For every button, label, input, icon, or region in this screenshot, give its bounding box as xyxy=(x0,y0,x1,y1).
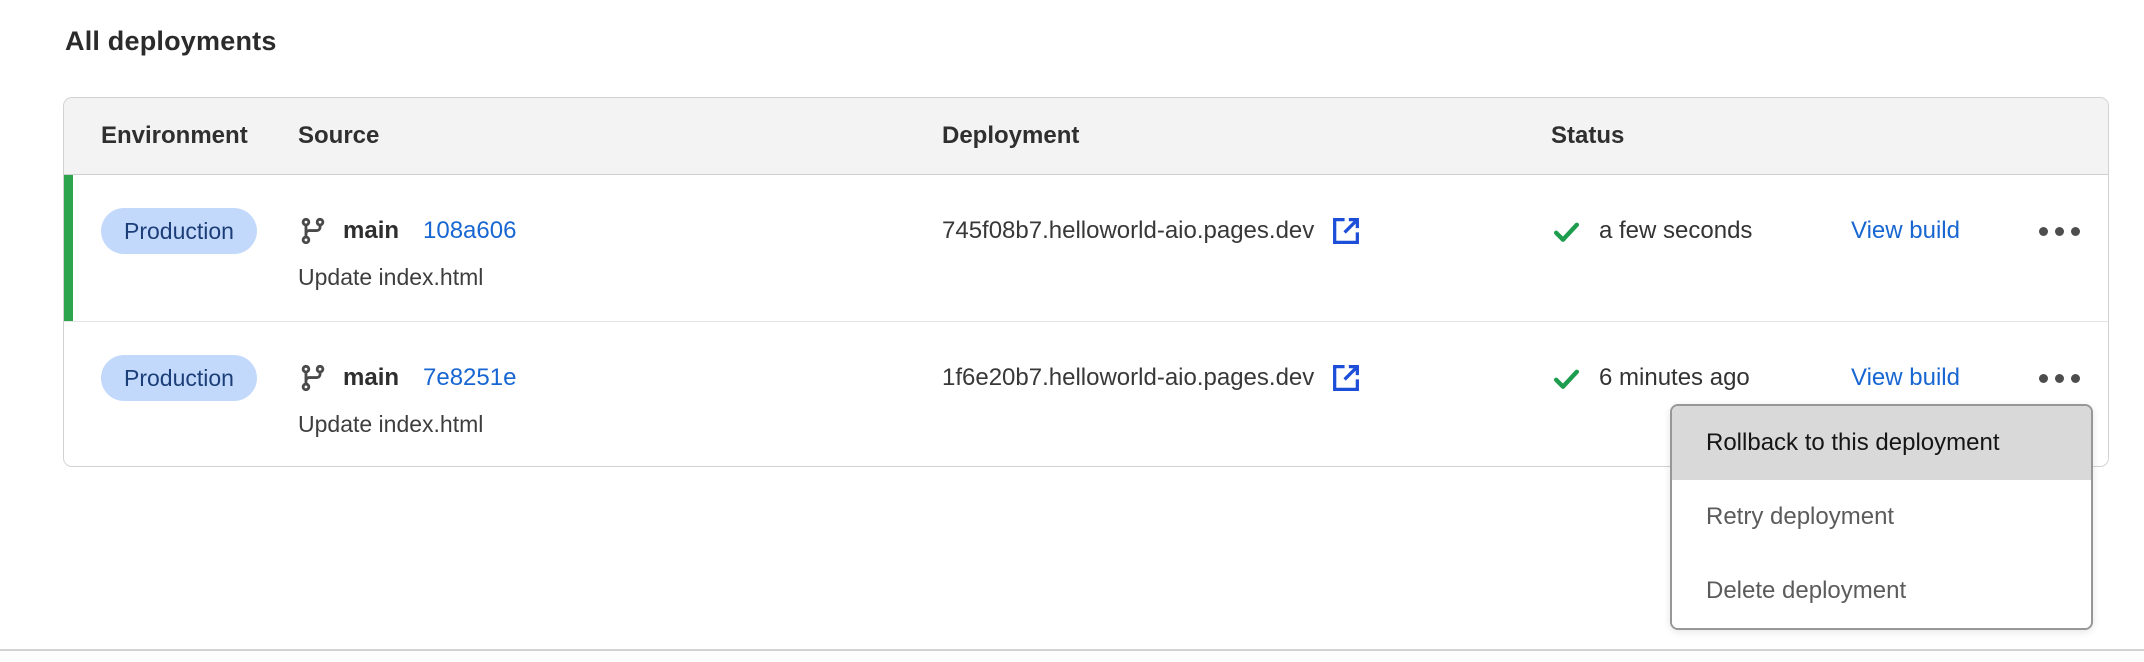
source-cell: main 7e8251e Update index.html xyxy=(298,322,942,467)
ellipsis-icon[interactable] xyxy=(2039,355,2080,401)
environment-cell: Production xyxy=(64,175,298,321)
check-icon xyxy=(1551,216,1582,247)
check-icon xyxy=(1551,363,1582,394)
commit-link[interactable]: 108a606 xyxy=(423,217,516,245)
page-title: All deployments xyxy=(65,26,277,57)
git-branch-icon xyxy=(298,363,328,393)
view-build-cell: View build xyxy=(1841,175,2001,321)
deployment-url[interactable]: 745f08b7.helloworld-aio.pages.dev xyxy=(942,217,1314,245)
environment-cell: Production xyxy=(64,322,298,467)
commit-message: Update index.html xyxy=(298,263,942,291)
deployment-cell: 745f08b7.helloworld-aio.pages.dev xyxy=(942,175,1551,321)
branch-name: main xyxy=(343,364,399,392)
table-row: Production main 108a606 Update index.htm… xyxy=(64,175,2108,321)
environment-badge: Production xyxy=(101,208,257,254)
ellipsis-icon[interactable] xyxy=(2039,208,2080,254)
commit-message: Update index.html xyxy=(298,410,942,438)
menu-item-retry[interactable]: Retry deployment xyxy=(1672,480,2091,554)
branch-name: main xyxy=(343,217,399,245)
external-link-icon[interactable] xyxy=(1329,361,1363,395)
deployment-url[interactable]: 1f6e20b7.helloworld-aio.pages.dev xyxy=(942,364,1314,392)
view-build-link[interactable]: View build xyxy=(1851,217,1960,245)
header-environment: Environment xyxy=(64,122,298,150)
deployment-context-menu: Rollback to this deployment Retry deploy… xyxy=(1670,404,2093,630)
header-deployment: Deployment xyxy=(942,122,1551,150)
status-cell: a few seconds xyxy=(1551,175,1841,321)
environment-badge: Production xyxy=(101,355,257,401)
footer-strip xyxy=(0,651,2144,662)
row-actions-cell xyxy=(2001,175,2108,321)
view-build-link[interactable]: View build xyxy=(1851,364,1960,392)
deployments-page: All deployments Environment Source Deplo… xyxy=(0,0,2144,662)
external-link-icon[interactable] xyxy=(1329,214,1363,248)
table-header-row: Environment Source Deployment Status xyxy=(64,98,2108,175)
git-branch-icon xyxy=(298,216,328,246)
header-status: Status xyxy=(1551,122,2108,150)
commit-link[interactable]: 7e8251e xyxy=(423,364,516,392)
header-source: Source xyxy=(298,122,942,150)
status-time: a few seconds xyxy=(1599,217,1752,245)
deployment-cell: 1f6e20b7.helloworld-aio.pages.dev xyxy=(942,322,1551,467)
menu-item-rollback[interactable]: Rollback to this deployment xyxy=(1672,406,2091,480)
status-time: 6 minutes ago xyxy=(1599,364,1750,392)
source-cell: main 108a606 Update index.html xyxy=(298,175,942,321)
menu-item-delete[interactable]: Delete deployment xyxy=(1672,554,2091,628)
